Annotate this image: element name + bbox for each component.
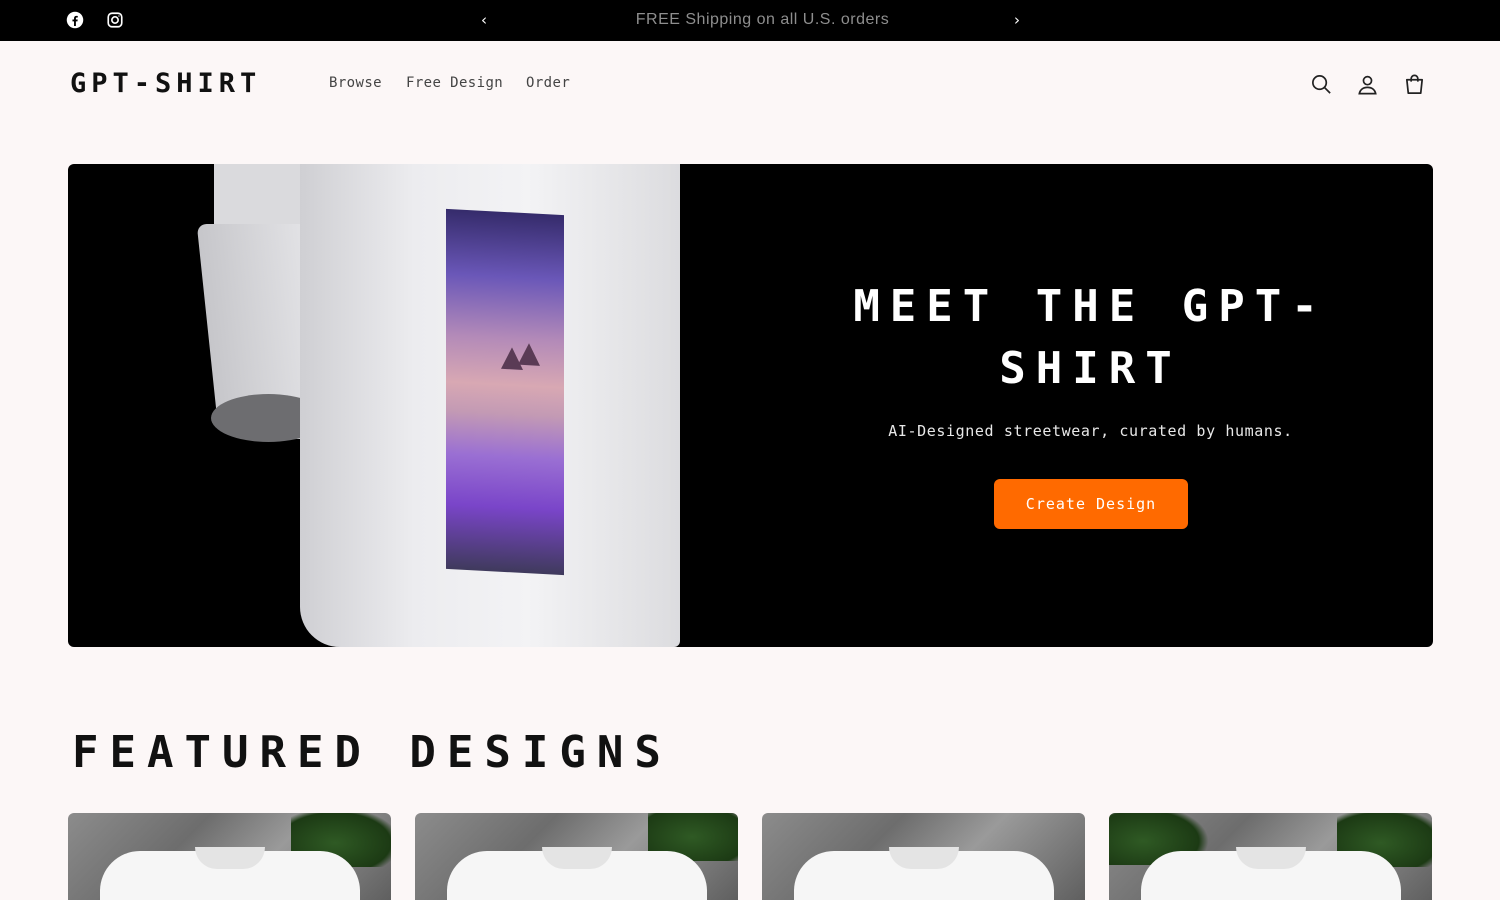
chevron-left-icon[interactable]: ‹	[475, 11, 493, 29]
cart-icon[interactable]	[1401, 71, 1427, 97]
hero-title: MEET THE GPT-SHIRT	[853, 281, 1328, 394]
facebook-icon[interactable]	[65, 10, 85, 30]
featured-designs-heading: FEATURED DESIGNS	[72, 727, 672, 778]
logo[interactable]: GPT-SHIRT	[70, 68, 261, 99]
nav-browse[interactable]: Browse	[329, 75, 382, 91]
instagram-icon[interactable]	[105, 10, 125, 30]
hero-subtitle: AI-Designed streetwear, curated by human…	[888, 422, 1293, 440]
product-card[interactable]	[762, 813, 1085, 900]
chevron-right-icon[interactable]: ›	[1008, 11, 1026, 29]
nav-order[interactable]: Order	[526, 75, 570, 91]
product-card[interactable]	[415, 813, 738, 900]
product-card[interactable]	[68, 813, 391, 900]
announcement-text: FREE Shipping on all U.S. orders	[635, 11, 890, 28]
nav-free-design[interactable]: Free Design	[406, 75, 503, 91]
search-icon[interactable]	[1308, 71, 1334, 97]
product-card[interactable]	[1109, 813, 1432, 900]
hero-banner: MEET THE GPT-SHIRT AI-Designed streetwea…	[68, 164, 1433, 647]
account-icon[interactable]	[1354, 71, 1380, 97]
create-design-button[interactable]: Create Design	[994, 479, 1188, 529]
announcement-bar: ‹ FREE Shipping on all U.S. orders ›	[0, 0, 1500, 41]
